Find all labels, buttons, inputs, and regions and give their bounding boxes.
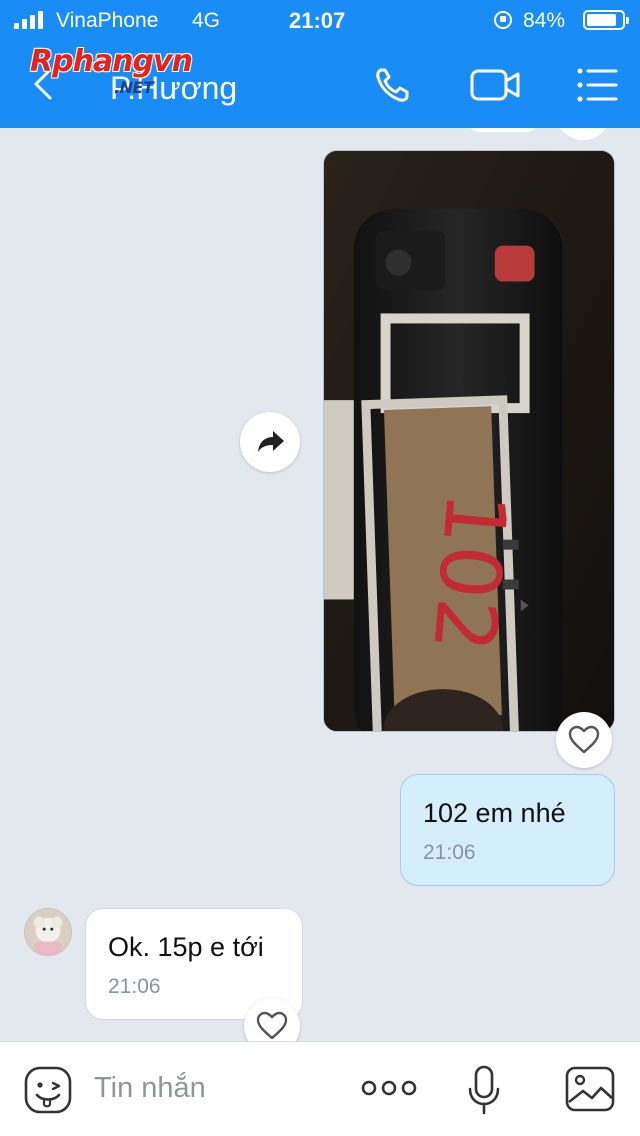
message-text: Ok. 15p e tới <box>108 932 264 962</box>
avatar-image <box>25 909 71 955</box>
rotation-lock-icon <box>494 11 512 29</box>
share-arrow-icon <box>258 431 284 452</box>
message-text: 102 em nhé <box>423 798 566 828</box>
menu-list-icon <box>577 68 618 102</box>
sticker-button[interactable] <box>22 1064 74 1116</box>
signal-bars-icon <box>14 11 43 29</box>
composer-bar <box>0 1041 640 1136</box>
more-dots-icon <box>361 1080 417 1096</box>
previous-reaction-fragment <box>555 128 611 140</box>
network-type: 4G <box>192 9 221 32</box>
voice-button[interactable] <box>466 1064 502 1116</box>
watermark-logo-sub: .NET <box>114 78 154 97</box>
message-time: 21:06 <box>423 841 476 864</box>
outgoing-message[interactable]: 102 em nhé 21:06 <box>400 774 615 886</box>
forward-button[interactable] <box>240 412 300 472</box>
sticker-face-icon <box>24 1066 72 1114</box>
previous-message-fragment <box>468 128 538 132</box>
phone-icon <box>376 68 409 102</box>
microphone-icon <box>468 1065 500 1115</box>
message-list[interactable]: 102 102 em nhé 21:06 Ok. 15p e tới 21:06 <box>0 128 640 1041</box>
carrier-name: VinaPhone <box>56 9 159 32</box>
contact-avatar[interactable] <box>24 908 72 956</box>
battery-icon <box>583 10 629 30</box>
watermark-logo: Rphangvn <box>30 44 193 79</box>
message-input[interactable] <box>94 1068 344 1108</box>
chat-header: P.Hương Rphangvn .NET <box>0 40 640 128</box>
gallery-button[interactable] <box>564 1064 616 1114</box>
svg-text:102: 102 <box>414 488 525 656</box>
photo-gallery-icon <box>565 1066 615 1112</box>
status-time: 21:07 <box>289 8 346 33</box>
heart-icon <box>256 1011 288 1040</box>
more-button[interactable] <box>360 1076 418 1100</box>
video-camera-icon <box>470 69 520 101</box>
status-bar: VinaPhone 4G 21:07 84% <box>0 0 640 40</box>
image-message[interactable]: 102 <box>323 150 615 732</box>
photo-remote-keycard: 102 <box>324 151 614 731</box>
message-time: 21:06 <box>108 975 161 998</box>
heart-icon <box>568 725 600 754</box>
video-call-button[interactable] <box>468 62 524 108</box>
react-heart-button[interactable] <box>556 712 612 768</box>
battery-percent: 84% <box>523 9 566 32</box>
react-heart-button[interactable] <box>244 998 300 1041</box>
call-button[interactable] <box>370 62 420 108</box>
menu-button[interactable] <box>572 62 622 108</box>
